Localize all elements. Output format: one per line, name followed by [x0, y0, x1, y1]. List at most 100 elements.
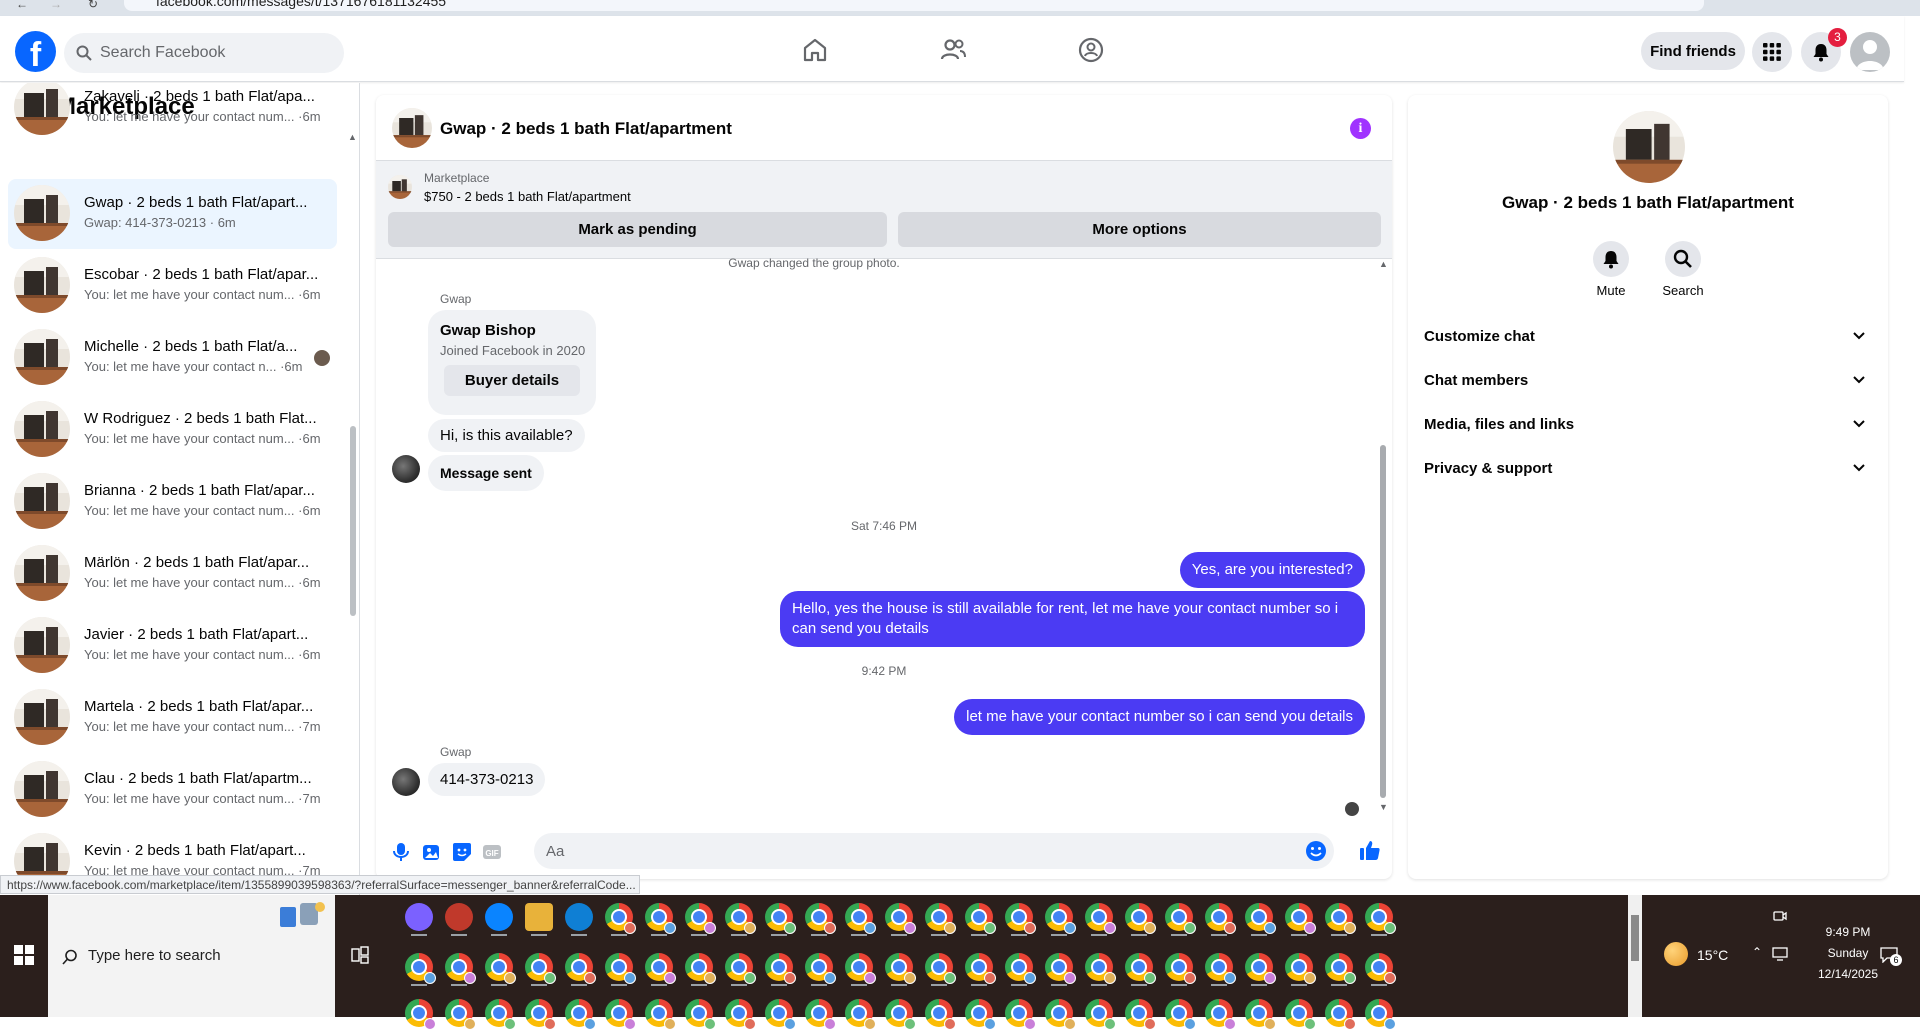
conversation-item[interactable]: Martela · 2 beds 1 bath Flat/apar... You:…	[8, 683, 337, 753]
gif-icon[interactable]: GIF	[482, 842, 502, 862]
conversation-item[interactable]: Zakaveli · 2 beds 1 bath Flat/apa... You:…	[8, 83, 337, 143]
weather-temp[interactable]: 15°C	[1697, 947, 1728, 963]
conversation-item[interactable]: Clau · 2 beds 1 bath Flat/apartm... You: …	[8, 755, 337, 825]
sidebar-scrollbar[interactable]	[350, 426, 356, 616]
message-field[interactable]	[534, 833, 1334, 869]
chrome-profile-icon[interactable]	[885, 999, 916, 1030]
chrome-profile-icon[interactable]	[1365, 903, 1396, 934]
chrome-profile-icon[interactable]	[405, 953, 436, 984]
pinned-app-icon[interactable]	[525, 903, 553, 931]
chrome-profile-icon[interactable]	[1125, 953, 1156, 984]
chrome-profile-icon[interactable]	[525, 999, 556, 1030]
chrome-profile-icon[interactable]	[1245, 999, 1276, 1030]
chrome-profile-icon[interactable]	[805, 953, 836, 984]
chrome-profile-icon[interactable]	[605, 999, 636, 1030]
find-friends-button[interactable]: Find friends	[1641, 32, 1745, 70]
meet-now-icon[interactable]	[1773, 909, 1787, 923]
chrome-profile-icon[interactable]	[1205, 999, 1236, 1030]
chrome-profile-icon[interactable]	[1085, 999, 1116, 1030]
chrome-profile-icon[interactable]	[1365, 953, 1396, 984]
pinned-app-icon[interactable]	[405, 903, 433, 931]
home-icon[interactable]	[801, 36, 829, 64]
back-arrow-icon[interactable]: ←	[16, 0, 28, 11]
chrome-profile-icon[interactable]	[485, 999, 516, 1030]
menu-button[interactable]	[1752, 32, 1792, 72]
chrome-profile-icon[interactable]	[725, 903, 756, 934]
conversation-item[interactable]: Märlön · 2 beds 1 bath Flat/apar... You: …	[8, 539, 337, 609]
chrome-profile-icon[interactable]	[565, 953, 596, 984]
friends-icon[interactable]	[939, 36, 967, 64]
conversation-title[interactable]: Gwap · 2 beds 1 bath Flat/apartment	[440, 119, 732, 139]
chrome-profile-icon[interactable]	[445, 953, 476, 984]
taskbar-scrollbar[interactable]	[1628, 895, 1642, 1017]
chrome-profile-icon[interactable]	[1245, 953, 1276, 984]
pinned-app-icon[interactable]	[485, 903, 513, 931]
chrome-profile-icon[interactable]	[765, 903, 796, 934]
clock-time[interactable]: 9:49 PM	[1808, 925, 1888, 939]
chrome-profile-icon[interactable]	[685, 999, 716, 1030]
network-icon[interactable]	[1772, 947, 1788, 961]
chrome-profile-icon[interactable]	[845, 999, 876, 1030]
chrome-profile-icon[interactable]	[925, 903, 956, 934]
sender-avatar[interactable]	[392, 455, 420, 483]
search-action[interactable]: Search	[1653, 241, 1713, 298]
chrome-profile-icon[interactable]	[1245, 903, 1276, 934]
chrome-profile-icon[interactable]	[845, 953, 876, 984]
chrome-profile-icon[interactable]	[765, 953, 796, 984]
chat-members-row[interactable]: Chat members	[1424, 363, 1872, 399]
chrome-profile-icon[interactable]	[685, 903, 716, 934]
chrome-profile-icon[interactable]	[1365, 999, 1396, 1030]
message-input[interactable]	[546, 833, 1286, 869]
chrome-profile-icon[interactable]	[965, 953, 996, 984]
conversation-item[interactable]: Brianna · 2 beds 1 bath Flat/apar... You:…	[8, 467, 337, 537]
chrome-profile-icon[interactable]	[685, 953, 716, 984]
chrome-profile-icon[interactable]	[1045, 953, 1076, 984]
pinned-app-icon[interactable]	[565, 903, 593, 931]
mark-as-pending-button[interactable]: Mark as pending	[388, 212, 887, 247]
sticker-icon[interactable]	[452, 842, 472, 862]
chrome-profile-icon[interactable]	[605, 903, 636, 934]
chrome-profile-icon[interactable]	[1165, 953, 1196, 984]
chrome-profile-icon[interactable]	[1205, 953, 1236, 984]
conversation-item[interactable]: Javier · 2 beds 1 bath Flat/apart... You:…	[8, 611, 337, 681]
chrome-profile-icon[interactable]	[885, 953, 916, 984]
chrome-profile-icon[interactable]	[965, 999, 996, 1030]
chrome-profile-icon[interactable]	[1285, 999, 1316, 1030]
chrome-profile-icon[interactable]	[805, 903, 836, 934]
conversation-item[interactable]: Escobar · 2 beds 1 bath Flat/apar... You:…	[8, 251, 337, 321]
facebook-logo[interactable]: f	[15, 31, 56, 72]
chrome-profile-icon[interactable]	[1125, 999, 1156, 1030]
task-view-icon[interactable]	[350, 945, 370, 965]
chrome-profile-icon[interactable]	[845, 903, 876, 934]
scroll-down-arrow-icon[interactable]: ▼	[1379, 802, 1388, 812]
taskbar-search-box[interactable]: Type here to search	[48, 895, 335, 1017]
photo-icon[interactable]	[422, 842, 442, 862]
clock-date[interactable]: 12/14/2025	[1808, 967, 1888, 981]
customize-chat-row[interactable]: Customize chat	[1424, 319, 1872, 355]
chat-avatar[interactable]	[1613, 111, 1685, 183]
clock-day[interactable]: Sunday	[1808, 946, 1888, 960]
like-icon[interactable]	[1359, 839, 1381, 861]
chrome-profile-icon[interactable]	[1085, 903, 1116, 934]
more-options-button[interactable]: More options	[898, 212, 1381, 247]
chrome-profile-icon[interactable]	[645, 999, 676, 1030]
chrome-profile-icon[interactable]	[445, 999, 476, 1030]
chrome-profile-icon[interactable]	[565, 999, 596, 1030]
conversation-avatar[interactable]	[392, 108, 432, 148]
chrome-profile-icon[interactable]	[645, 953, 676, 984]
chrome-profile-icon[interactable]	[645, 903, 676, 934]
search-box[interactable]	[64, 33, 344, 73]
conversation-item[interactable]: Gwap · 2 beds 1 bath Flat/apart... Gwap: …	[8, 179, 337, 249]
chrome-profile-icon[interactable]	[805, 999, 836, 1030]
chrome-profile-icon[interactable]	[605, 953, 636, 984]
chrome-profile-icon[interactable]	[925, 953, 956, 984]
chrome-profile-icon[interactable]	[1285, 903, 1316, 934]
chrome-profile-icon[interactable]	[1165, 999, 1196, 1030]
chrome-profile-icon[interactable]	[485, 953, 516, 984]
chrome-profile-icon[interactable]	[1285, 953, 1316, 984]
emoji-icon[interactable]	[1305, 840, 1327, 862]
mic-icon[interactable]	[392, 842, 410, 862]
chrome-profile-icon[interactable]	[1325, 903, 1356, 934]
search-input[interactable]	[100, 33, 330, 73]
pinned-app-icon[interactable]	[445, 903, 473, 931]
